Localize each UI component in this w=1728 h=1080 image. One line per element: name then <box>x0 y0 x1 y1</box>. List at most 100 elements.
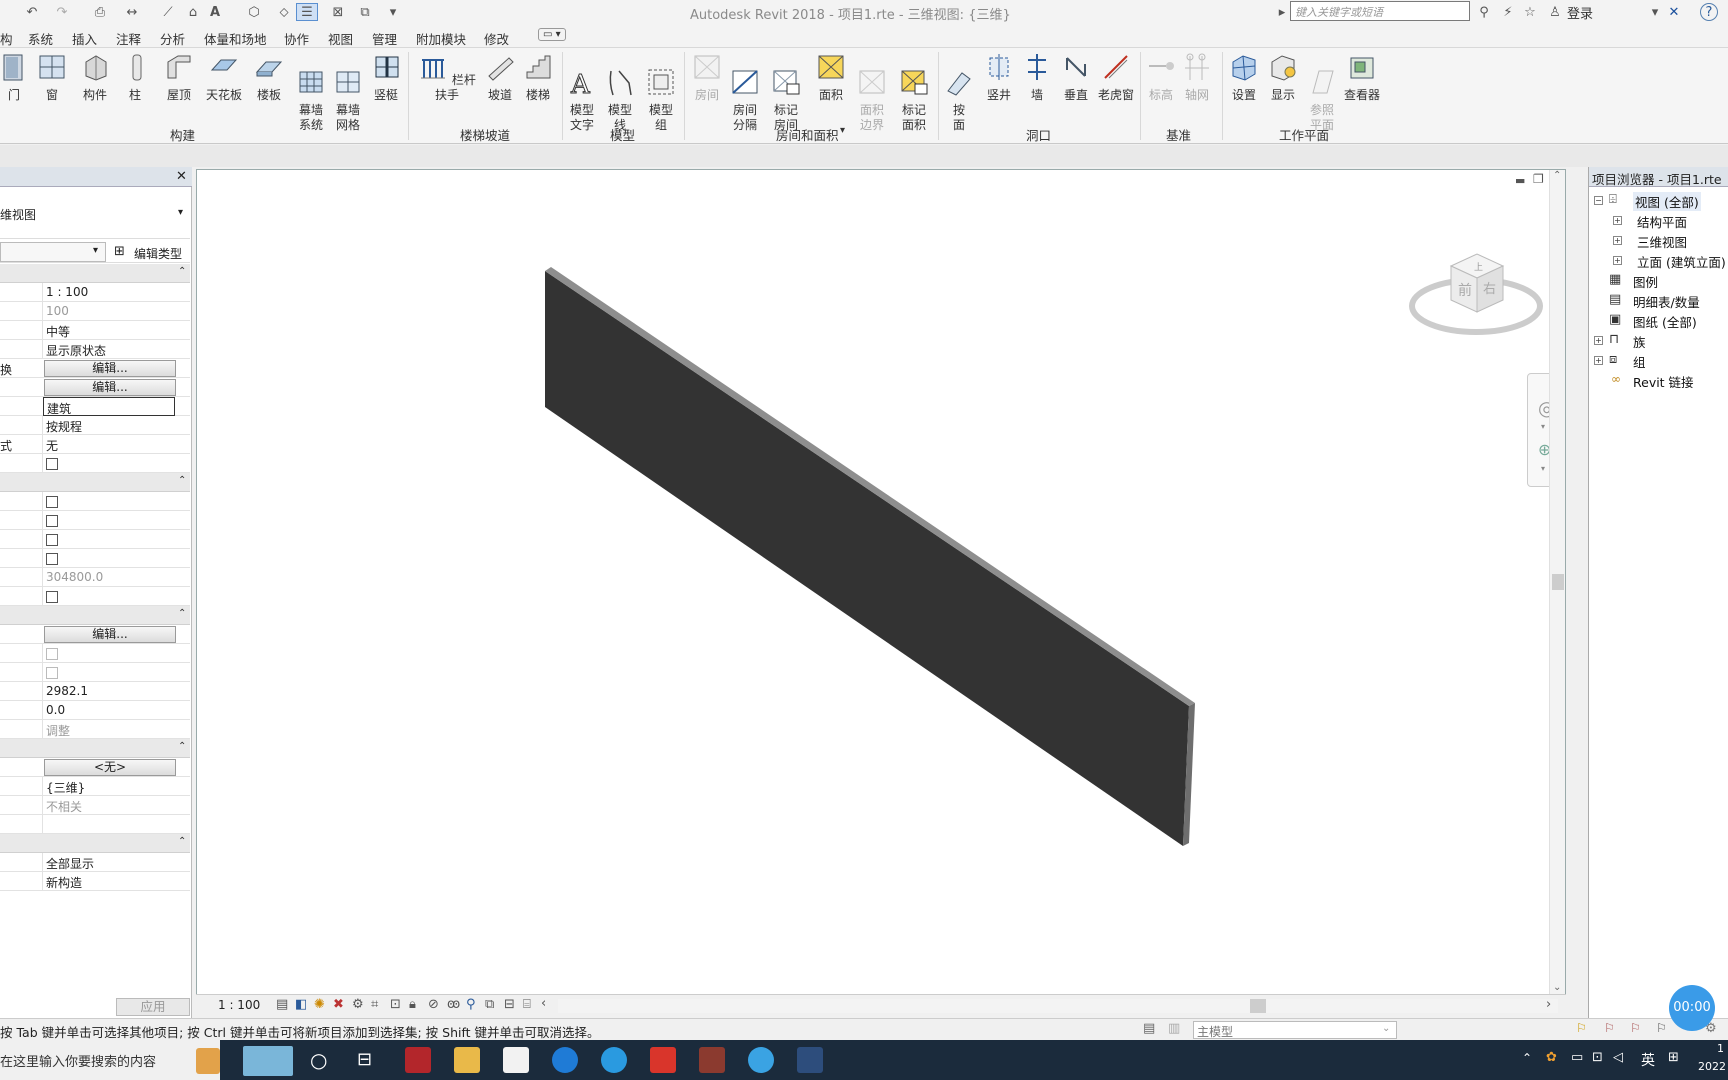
roof-button[interactable]: 屋顶 <box>162 52 196 103</box>
3d-view-canvas[interactable]: ▬ ❐ ✕ 上 前 右 ◎ ▾ ⊕ ▾ ⊗ ⌃ ⌄ <box>196 169 1566 1001</box>
browser-item-legends[interactable]: 图例 <box>1633 272 1658 291</box>
vertical-opening-button[interactable]: 垂直 <box>1060 52 1092 103</box>
visual-style-icon[interactable]: ◧ <box>295 997 307 1012</box>
expand-search-icon[interactable]: ▸ <box>1276 3 1288 21</box>
redo-icon[interactable]: ↷ <box>52 3 72 21</box>
account-dropdown-icon[interactable]: ▾ <box>1648 3 1662 21</box>
dormer-button[interactable]: 老虎窗 <box>1096 52 1136 103</box>
exchange-apps-icon[interactable]: ✕ <box>1664 3 1684 21</box>
instance-filter-dropdown[interactable]: ▾ <box>0 242 106 262</box>
collapse-group-icon[interactable]: ⌃ <box>178 608 186 619</box>
crop-view-icon[interactable]: ⌗ <box>371 997 378 1012</box>
design-options-icon[interactable]: ▥ <box>1168 1021 1180 1036</box>
railing-button[interactable]: 栏杆扶手 <box>418 52 476 103</box>
property-value[interactable]: 2982.1 <box>42 682 176 701</box>
revit-icon[interactable] <box>797 1047 823 1073</box>
model-group-button[interactable]: 模型 组 <box>644 52 678 133</box>
login-link[interactable]: 登录 <box>1567 3 1593 22</box>
property-checkbox[interactable] <box>46 534 58 546</box>
property-value[interactable]: 中等 <box>42 321 176 340</box>
browser-item-elevations[interactable]: 立面 (建筑立面) <box>1637 252 1726 271</box>
news-widget-icon[interactable] <box>243 1046 293 1076</box>
3d-view-icon[interactable]: ⬡ <box>244 3 264 21</box>
chevron-down-icon[interactable]: ▾ <box>840 125 845 136</box>
tray-expand-icon[interactable]: ⌃ <box>1522 1051 1532 1065</box>
browser-item-groups[interactable]: 组 <box>1633 352 1646 371</box>
show-elements-icon[interactable]: ⌸ <box>523 997 531 1012</box>
tray-app-icon[interactable]: ✿ <box>1546 1050 1557 1065</box>
tab-systems[interactable]: 系统 <box>28 29 53 48</box>
expand-node-icon[interactable]: + <box>1594 336 1603 345</box>
tab-view[interactable]: 视图 <box>328 29 353 48</box>
recording-timer[interactable]: 00:00 <box>1669 985 1715 1031</box>
door-button[interactable]: 门 <box>0 52 28 103</box>
close-hidden-icon[interactable]: ⊠ <box>328 3 348 21</box>
tab-manage[interactable]: 管理 <box>372 29 397 48</box>
tab-architecture[interactable]: 构 <box>0 29 13 48</box>
favorites-star-icon[interactable]: ☆ <box>1520 3 1540 21</box>
input-language[interactable]: 英 <box>1641 1050 1655 1070</box>
room-separator-button[interactable]: 房间 分隔 <box>728 52 762 133</box>
browser-item-structural-plans[interactable]: 结构平面 <box>1637 212 1687 231</box>
sun-path-icon[interactable]: ✺ <box>314 997 325 1012</box>
curtain-grid-button[interactable]: 幕墙 网格 <box>333 52 363 133</box>
grid-button[interactable]: 轴网 <box>1182 52 1212 103</box>
scrollbar-thumb[interactable] <box>1250 999 1266 1013</box>
link-select-icon[interactable]: ⚐ <box>1576 1021 1587 1035</box>
collapse-group-icon[interactable]: ⌃ <box>178 475 186 486</box>
worksets-icon[interactable]: ▤ <box>1143 1021 1155 1036</box>
by-face-button[interactable]: 按 面 <box>944 52 974 133</box>
panel-title-room-area[interactable]: 房间和面积 <box>776 125 839 144</box>
expand-node-icon[interactable]: + <box>1613 236 1622 245</box>
subscription-icon[interactable]: ⚡ <box>1498 3 1518 21</box>
volume-icon[interactable]: ◁ <box>1613 1050 1623 1065</box>
scroll-up-icon[interactable]: ⌃ <box>1553 170 1561 181</box>
property-value[interactable]: {三维} <box>42 777 176 796</box>
browser-item-revit-links[interactable]: Revit 链接 <box>1633 372 1694 391</box>
tab-add-ins[interactable]: 附加模块 <box>416 29 466 48</box>
shaft-button[interactable]: 竖井 <box>982 52 1016 103</box>
tag-room-button[interactable]: 标记 房间 <box>768 52 804 133</box>
collapse-group-icon[interactable]: ⌃ <box>178 266 186 277</box>
wall-opening-button[interactable]: 墙 <box>1022 52 1052 103</box>
area-button[interactable]: 面积 <box>814 52 848 103</box>
viewer-button[interactable]: 查看器 <box>1342 52 1382 103</box>
collapse-node-icon[interactable]: − <box>1594 196 1603 205</box>
collapse-bar-icon[interactable]: ‹ <box>541 996 546 1011</box>
customize-qa-icon[interactable]: ▾ <box>386 3 400 21</box>
expand-node-icon[interactable]: + <box>1613 216 1622 225</box>
column-button[interactable]: 柱 <box>122 52 148 103</box>
room-button[interactable]: 房间 <box>690 52 724 103</box>
browser-item-views[interactable]: 视图 (全部) <box>1633 192 1701 211</box>
search-input[interactable]: 键入关键字或短语 <box>1290 1 1470 21</box>
select-by-face-icon[interactable]: ⚐ <box>1656 1021 1667 1035</box>
winrar-icon[interactable] <box>699 1047 725 1073</box>
thin-lines-icon[interactable]: ☰ <box>296 3 318 21</box>
tag-icon[interactable]: ⌂ <box>183 3 203 21</box>
task-view-icon[interactable]: ⊟ <box>357 1049 372 1070</box>
undo-icon[interactable]: ↶ <box>22 3 42 21</box>
minimize-view-icon[interactable]: ▬ <box>1515 174 1525 187</box>
property-group-header[interactable]: ⌃ <box>0 834 190 853</box>
property-edit-button[interactable]: <无> <box>44 759 176 776</box>
collapse-group-icon[interactable]: ⌃ <box>178 836 186 847</box>
property-group-header[interactable]: ⌃ <box>0 473 190 492</box>
close-icon[interactable]: ✕ <box>176 169 187 184</box>
highlight-displacement-icon[interactable]: ⧉ <box>485 997 494 1012</box>
level-button[interactable]: 标高 <box>1146 52 1176 103</box>
document-icon[interactable] <box>503 1047 529 1073</box>
tab-collaborate[interactable]: 协作 <box>284 29 309 48</box>
edit-type-icon[interactable]: ⊞ <box>114 244 125 259</box>
reveal-hidden-icon[interactable]: ꙭ <box>447 997 460 1012</box>
curtain-system-button[interactable]: 幕墙 系统 <box>296 52 326 133</box>
expand-node-icon[interactable]: + <box>1594 356 1603 365</box>
text-icon[interactable]: A <box>205 3 225 21</box>
property-value[interactable]: 新构造 <box>42 872 176 891</box>
property-value-input[interactable]: 建筑 <box>43 397 175 416</box>
tab-modify[interactable]: 修改 <box>484 29 509 48</box>
network-icon[interactable]: ⊡ <box>1592 1050 1603 1065</box>
property-value[interactable] <box>42 815 176 834</box>
user-icon[interactable]: ♙ <box>1545 3 1565 21</box>
clock-date[interactable]: 2022 <box>1698 1060 1726 1073</box>
restore-view-icon[interactable]: ❐ <box>1533 172 1544 186</box>
